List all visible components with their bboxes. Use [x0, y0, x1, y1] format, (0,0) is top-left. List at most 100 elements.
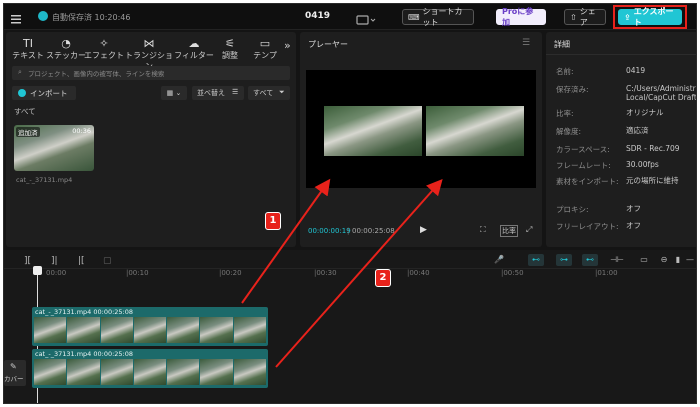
player-separator: | — [347, 227, 350, 235]
clip-frames — [34, 317, 266, 343]
keyboard-icon: ⌨ — [408, 12, 420, 22]
search-input[interactable]: ⌕ プロジェクト、画像内の被写体、ラインを検索 — [12, 66, 290, 80]
detail-value-ratio: オリジナル — [626, 108, 664, 117]
detail-key-saved: 保存済み: — [556, 85, 589, 94]
timeline-clip[interactable]: cat_-_37131.mp4 00:00:25:08 — [32, 307, 268, 346]
ruler-tick: |00:50 — [501, 269, 524, 277]
detail-key-name: 名前: — [556, 67, 574, 76]
monitor-icon[interactable] — [356, 11, 376, 25]
menu-icon[interactable] — [10, 10, 22, 24]
player-menu-icon[interactable]: ☰ — [522, 38, 530, 48]
ruler-tick: 00:00 — [46, 269, 67, 277]
import-button[interactable]: インポート — [12, 86, 76, 100]
tool-template[interactable]: ▭ テンプ — [248, 38, 282, 61]
tool-effect[interactable]: ✧ エフェクト — [82, 38, 126, 61]
transition-icon: ⋈ — [143, 37, 155, 50]
player-current-time: 00:00:00:19 — [308, 227, 351, 235]
ruler-tick: |00:40 — [407, 269, 430, 277]
detail-value-colorspace: SDR - Rec.709 — [626, 144, 680, 153]
cover-button[interactable]: ✎ カバー — [4, 360, 26, 386]
link-main-icon[interactable]: ⊷ — [528, 254, 544, 266]
details-panel: 詳細 名前: 0419 保存済み: C:/Users/Administrat L… — [546, 32, 697, 247]
detail-key-colorspace: カラースペース: — [556, 145, 610, 154]
player-total-time: 00:00:25:08 — [352, 227, 395, 235]
section-label: すべて — [14, 107, 36, 116]
timeline-clip[interactable]: cat_-_37131.mp4 00:00:25:08 — [32, 349, 268, 388]
trim-left-icon[interactable]: ]| — [51, 256, 58, 266]
link-snap-icon[interactable]: ⊶ — [556, 254, 572, 266]
sort-icon: ☰ — [232, 88, 239, 96]
fullscreen-icon[interactable]: ⤢ — [526, 225, 532, 235]
video-preview — [306, 70, 536, 188]
filter-icon: ☁ — [188, 37, 200, 50]
player-panel: プレーヤー ☰ 00:00:00:19 | 00:00:25:08 ▶ ⛶ 比率… — [300, 32, 542, 247]
link-preview-icon[interactable]: ⊷ — [582, 254, 598, 266]
filter-button[interactable]: すべて ⏷ — [248, 86, 290, 100]
edit-icon: ✎ — [10, 362, 17, 371]
share-icon: ⇧ — [570, 12, 577, 22]
split-icon[interactable]: ][ — [24, 256, 31, 266]
autosave-check-icon — [38, 11, 48, 21]
ruler-tick: |01:00 — [595, 269, 618, 277]
detail-value-saved: C:/Users/Administrat Local/CapCut Drafts — [626, 84, 697, 102]
zoom-slider-track[interactable]: — — [682, 254, 696, 266]
media-clip-thumbnail[interactable]: 追加済 00:36 — [14, 125, 94, 171]
shortcut-button[interactable]: ⌨ ショートカット — [402, 7, 474, 27]
microphone-icon[interactable]: 🎤 — [491, 254, 507, 266]
share-button[interactable]: ⇧ シェア — [564, 7, 606, 27]
search-icon: ⌕ — [18, 68, 22, 76]
added-badge: 追加済 — [16, 127, 40, 137]
player-title: プレーヤー — [308, 40, 348, 49]
caption-icon[interactable]: ▭ — [636, 254, 652, 266]
detail-key-ratio: 比率: — [556, 109, 574, 118]
toolbar-more-button[interactable]: » — [284, 39, 291, 52]
detail-value-proxy: オフ — [626, 204, 641, 213]
play-icon[interactable]: ▶ — [420, 225, 427, 235]
ruler-tick: |00:30 — [314, 269, 337, 277]
playhead-handle[interactable] — [33, 266, 42, 275]
video-frame-right — [426, 106, 524, 156]
adjust-icon: ⚟ — [225, 37, 235, 50]
export-icon: ⇪ — [624, 12, 631, 22]
clip-frames — [34, 359, 266, 385]
callout-2: 2 — [375, 269, 391, 287]
video-frame-left — [324, 106, 422, 156]
capcut-window: 自動保存済 10:20:46 0419 ⌨ ショートカット Proに参加 ⇧ シ… — [3, 3, 697, 404]
detail-value-import: 元の場所に維持 — [626, 176, 679, 185]
ruler-tick: |00:10 — [126, 269, 149, 277]
effect-icon: ✧ — [99, 37, 109, 50]
export-button[interactable]: ⇪ エクスポート — [618, 7, 682, 27]
detail-value-name: 0419 — [626, 66, 646, 75]
detail-key-resolution: 解像度: — [556, 127, 582, 136]
sort-button[interactable]: 並べ替え ☰ — [192, 86, 244, 100]
tool-adjust[interactable]: ⚟ 調整 — [212, 38, 248, 61]
filter-funnel-icon: ⏷ — [279, 88, 285, 96]
top-bar: 自動保存済 10:20:46 0419 ⌨ ショートカット Proに参加 ⇧ シ… — [4, 4, 696, 30]
details-title: 詳細 — [554, 40, 570, 49]
template-icon: ▭ — [259, 37, 271, 50]
ruler-tick: |00:20 — [219, 269, 242, 277]
fit-icon[interactable]: ⛶ — [480, 225, 486, 235]
split-view-icon[interactable]: ⊣⊢ — [609, 254, 625, 266]
trim-right-icon[interactable]: |[ — [78, 256, 85, 266]
detail-value-freelayout: オフ — [626, 221, 641, 230]
tool-filter[interactable]: ☁ フィルター — [172, 38, 216, 61]
detail-key-framerate: フレームレート: — [556, 161, 611, 170]
project-name[interactable]: 0419 — [305, 11, 330, 21]
timeline-ruler-divider — [4, 268, 696, 269]
import-icon — [18, 89, 26, 97]
ratio-button[interactable]: 比率 — [500, 225, 518, 237]
delete-icon[interactable]: ▢ — [103, 256, 112, 266]
detail-key-freelayout: フリーレイアウト: — [556, 222, 619, 231]
view-toggle-button[interactable]: ▦ ⌄ — [161, 86, 187, 100]
detail-key-import: 素材をインポート: — [556, 177, 619, 186]
media-panel: TIテキスト ◔ステッカー ✧エフェクト ⋈トランジション ☁フィルター ⚟調整… — [6, 32, 296, 247]
callout-1: 1 — [265, 212, 281, 230]
detail-value-resolution: 適応済 — [626, 126, 649, 135]
detail-value-framerate: 30.00fps — [626, 160, 659, 169]
media-clip-name: cat_-_37131.mp4 — [16, 176, 73, 184]
pro-button[interactable]: Proに参加 — [496, 7, 546, 27]
details-divider — [546, 54, 696, 55]
clip-duration: 00:36 — [72, 127, 91, 135]
detail-key-proxy: プロキシ: — [556, 205, 589, 214]
